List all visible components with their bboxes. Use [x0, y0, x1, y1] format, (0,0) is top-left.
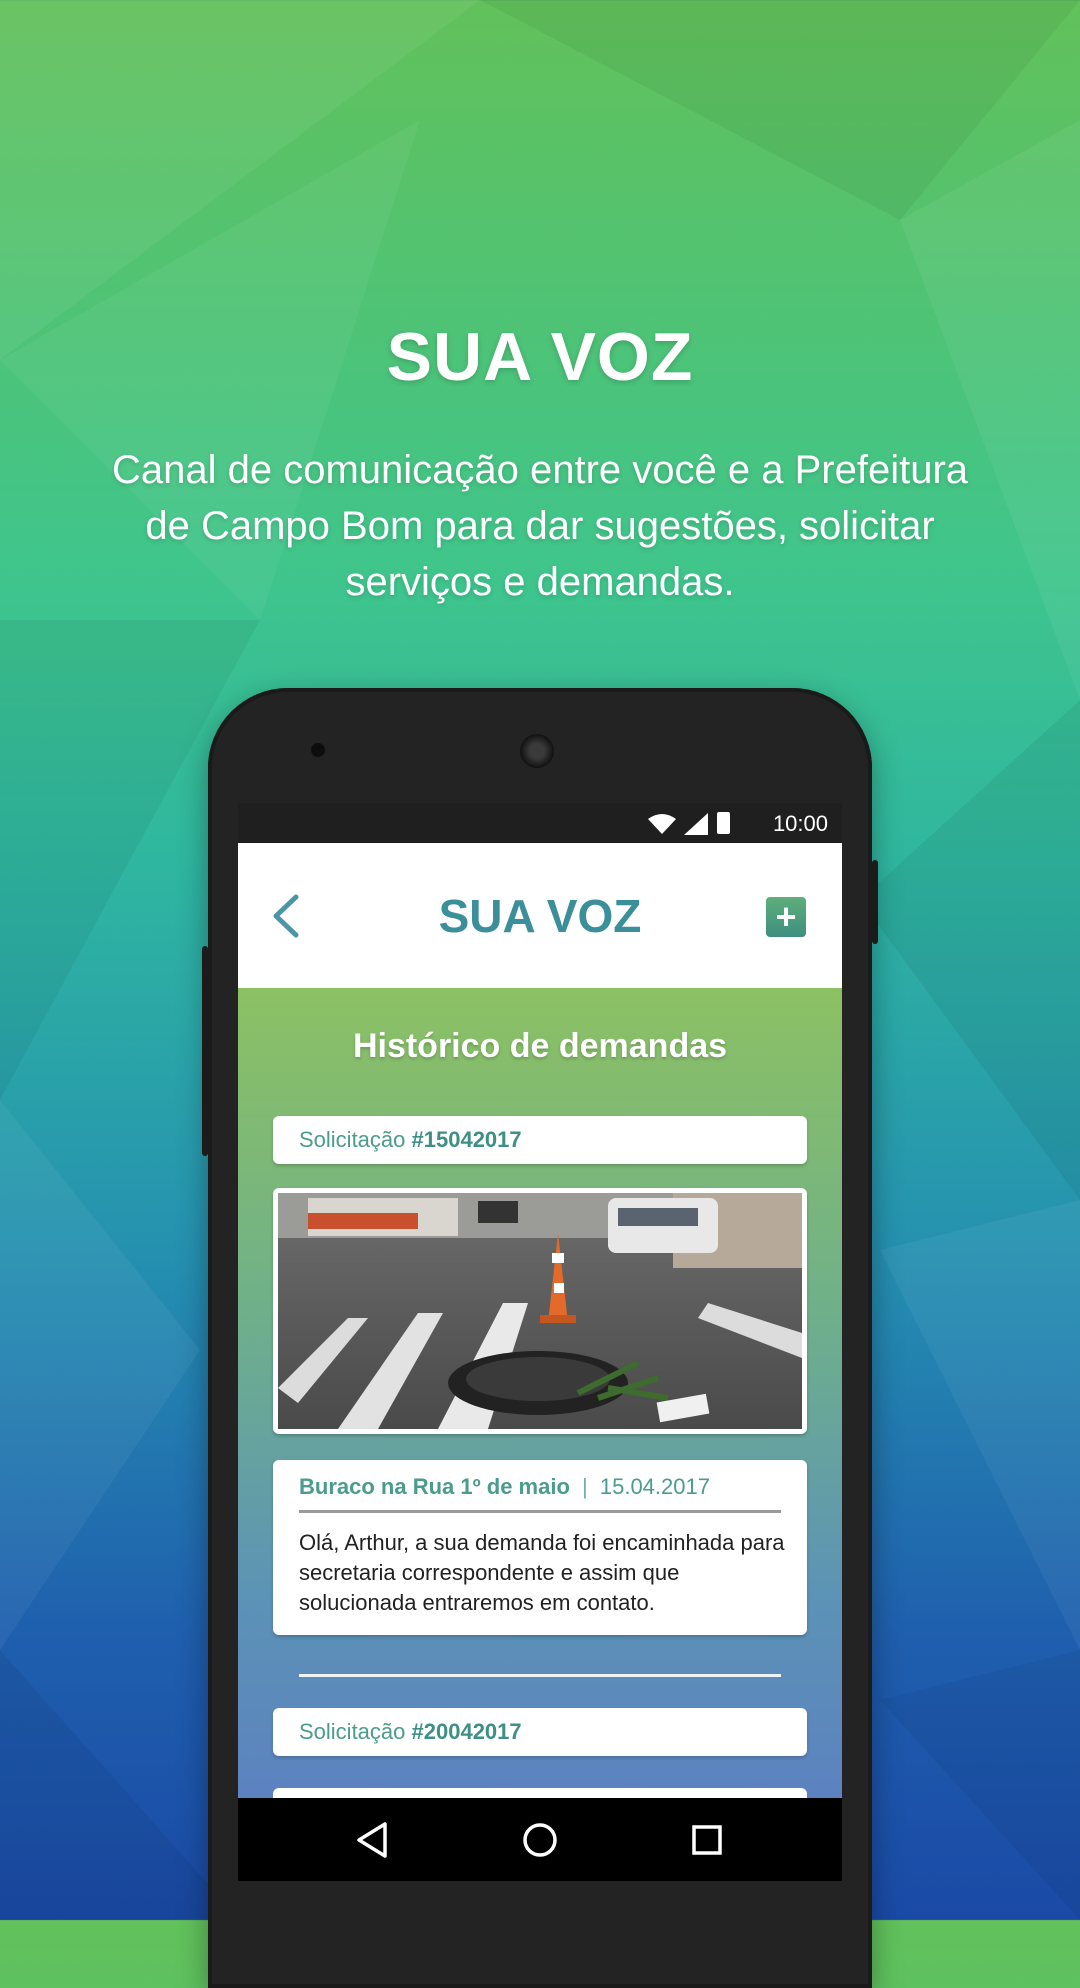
request-info-card[interactable]: Buraco na Rua 1º de maio | 15.04.2017 Ol… [273, 1460, 807, 1635]
request-label: Solicitação [299, 1127, 406, 1152]
nav-recents-icon[interactable] [685, 1818, 729, 1862]
navigation-bar [238, 1798, 842, 1881]
phone-power-button [872, 860, 878, 944]
request-divider [299, 1674, 781, 1677]
nav-home-icon[interactable] [518, 1818, 562, 1862]
request-header-card[interactable]: Solicitação #15042017 [273, 1116, 807, 1164]
hero-title: SUA VOZ [386, 319, 694, 395]
request-message: Olá, Arthur, a sua demanda foi encaminha… [299, 1530, 785, 1615]
status-time: 10:00 [772, 811, 828, 836]
content-area[interactable]: Histórico de demandas Solicitação #15042… [238, 988, 842, 1798]
request-separator: | [582, 1474, 588, 1499]
battery-icon [717, 812, 730, 834]
nav-back-icon[interactable] [351, 1818, 395, 1862]
section-title: Histórico de demandas [352, 1027, 728, 1065]
request-header-card-2[interactable]: Solicitação #20042017 [273, 1708, 807, 1756]
request-label: Solicitação [299, 1719, 406, 1744]
phone-mockup: 10:00 SUA VOZ + Histórico de demandas So… [202, 688, 878, 1988]
phone-volume-button [202, 946, 208, 1156]
request-photo-card[interactable] [273, 1188, 807, 1434]
earpiece-speaker [520, 734, 554, 768]
hero-description: Canal de comunicação entre você e a Pref… [111, 448, 969, 604]
pothole-photo [278, 1193, 802, 1429]
request-subject: Buraco na Rua 1º de maio [299, 1474, 570, 1499]
app-title: SUA VOZ [438, 890, 642, 942]
phone-screen: 10:00 SUA VOZ + Histórico de demandas So… [238, 803, 842, 1881]
request-info-header: Buraco na Rua 1º de maio | 15.04.2017 [299, 1474, 781, 1513]
request-date: 15.04.2017 [599, 1474, 710, 1499]
app-bar: SUA VOZ + [238, 843, 842, 988]
status-bar: 10:00 [238, 803, 842, 843]
add-request-button[interactable]: + [766, 897, 806, 937]
request-number: #15042017 [411, 1127, 522, 1152]
signal-icon [684, 813, 708, 835]
wifi-icon [648, 814, 676, 834]
front-camera [311, 743, 325, 757]
request-number: #20042017 [411, 1719, 522, 1744]
request-photo-card-2[interactable] [273, 1788, 807, 1798]
